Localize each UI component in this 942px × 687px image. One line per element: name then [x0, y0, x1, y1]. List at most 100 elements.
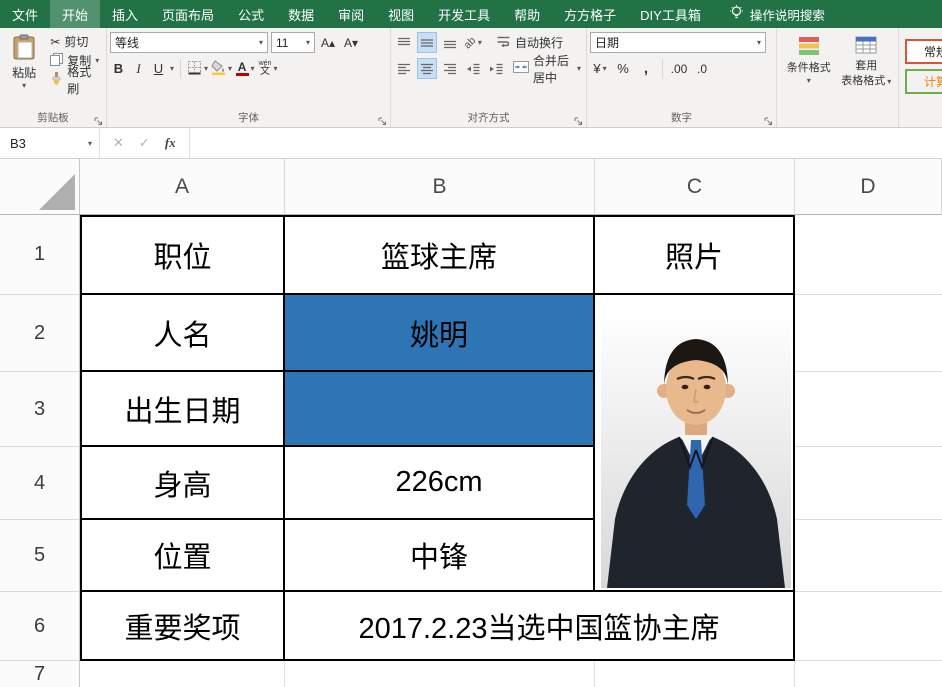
formula-input[interactable]	[189, 128, 942, 158]
cell-a5[interactable]: 位置	[80, 520, 285, 592]
enter-icon[interactable]: ✓	[139, 135, 150, 151]
cell-b3[interactable]	[285, 372, 595, 447]
orientation-button[interactable]: ab ▾	[462, 32, 483, 53]
yao-ming-photo[interactable]	[601, 309, 791, 588]
align-top-button[interactable]	[394, 32, 414, 53]
cell-a2[interactable]: 人名	[80, 295, 285, 372]
tab-file[interactable]: 文件	[0, 0, 50, 28]
cell-c7[interactable]	[595, 661, 795, 687]
format-as-table-button[interactable]: 套用 表格格式 ▾	[838, 32, 896, 89]
cell-b1[interactable]: 篮球主席	[285, 215, 595, 295]
align-right-button[interactable]	[440, 58, 460, 79]
cell-d5[interactable]	[795, 520, 942, 592]
bold-button[interactable]: B	[110, 61, 127, 76]
row-header-5[interactable]: 5	[0, 520, 80, 592]
cell-a1[interactable]: 职位	[80, 215, 285, 295]
align-bottom-button[interactable]	[440, 32, 460, 53]
chevron-down-icon: ▾	[204, 63, 209, 73]
cell-d6[interactable]	[795, 592, 942, 661]
chevron-down-icon[interactable]: ▾	[88, 140, 92, 148]
row-header-2[interactable]: 2	[0, 295, 80, 372]
cell-b4[interactable]: 226cm	[285, 447, 595, 520]
tab-insert[interactable]: 插入	[100, 0, 150, 28]
col-header-d[interactable]: D	[795, 159, 942, 215]
align-center-button[interactable]	[417, 58, 437, 79]
row-header-7[interactable]: 7	[0, 661, 80, 687]
tab-developer[interactable]: 开发工具	[426, 0, 502, 28]
decrease-decimal-button[interactable]: .0	[692, 58, 712, 79]
cut-button[interactable]: ✂ 剪切	[48, 32, 103, 51]
cell-style-calculation[interactable]: 计算	[905, 69, 942, 94]
conditional-formatting-button[interactable]: 条件格式 ▾	[780, 32, 838, 89]
increase-font-button[interactable]: A▴	[318, 32, 338, 53]
decrease-indent-button[interactable]	[463, 58, 483, 79]
cell-a3[interactable]: 出生日期	[80, 372, 285, 447]
col-header-c[interactable]: C	[595, 159, 795, 215]
tab-formulas[interactable]: 公式	[226, 0, 276, 28]
cell-d2[interactable]	[795, 295, 942, 372]
number-row-1: 日期 ▾	[590, 32, 773, 53]
tell-me-search[interactable]: 操作说明搜索	[729, 0, 825, 28]
dialog-launcher-icon[interactable]	[764, 114, 774, 125]
col-header-a[interactable]: A	[80, 159, 285, 215]
row-header-1[interactable]: 1	[0, 215, 80, 295]
borders-button[interactable]: ▾	[187, 58, 208, 79]
tab-ffcell[interactable]: 方方格子	[552, 0, 628, 28]
font-color-button[interactable]: A ▾	[235, 58, 255, 79]
row-header-4[interactable]: 4	[0, 447, 80, 520]
chevron-down-icon[interactable]: ▾	[170, 64, 174, 73]
cell-d7[interactable]	[795, 661, 942, 687]
cell-b7[interactable]	[285, 661, 595, 687]
align-left-button[interactable]	[394, 58, 414, 79]
tab-view[interactable]: 视图	[376, 0, 426, 28]
cell-c1[interactable]: 照片	[595, 215, 795, 295]
clipboard-buttons: 粘贴 ▾ ✂ 剪切 复制 ▾ 格式刷	[3, 32, 103, 96]
font-size-select[interactable]: 11 ▾	[271, 32, 315, 53]
tab-help[interactable]: 帮助	[502, 0, 552, 28]
cell-a6[interactable]: 重要奖项	[80, 592, 285, 661]
cancel-icon[interactable]: ✕	[113, 135, 124, 151]
number-format-value: 日期	[595, 36, 620, 50]
insert-function-icon[interactable]: fx	[165, 135, 176, 151]
increase-indent-button[interactable]	[486, 58, 506, 79]
cell-d1[interactable]	[795, 215, 942, 295]
tab-data[interactable]: 数据	[276, 0, 326, 28]
row-header-3[interactable]: 3	[0, 372, 80, 447]
decrease-font-button[interactable]: A▾	[341, 32, 361, 53]
tab-page-layout[interactable]: 页面布局	[150, 0, 226, 28]
tab-home[interactable]: 开始	[50, 0, 101, 28]
cell-a7[interactable]	[80, 661, 285, 687]
format-painter-button[interactable]: 格式刷	[48, 65, 103, 96]
cell-a4[interactable]: 身高	[80, 447, 285, 520]
italic-button[interactable]: I	[130, 61, 147, 77]
col-header-b[interactable]: B	[285, 159, 595, 215]
phonetic-icon: wén 文	[258, 60, 272, 77]
dialog-launcher-icon[interactable]	[574, 114, 584, 125]
cell-d4[interactable]	[795, 447, 942, 520]
comma-style-button[interactable]: ,	[636, 58, 656, 79]
wrap-text-button[interactable]: 自动换行	[494, 33, 565, 52]
row-header-6[interactable]: 6	[0, 592, 80, 661]
dialog-launcher-icon[interactable]	[378, 114, 388, 125]
cell-d3[interactable]	[795, 372, 942, 447]
paste-button[interactable]: 粘贴 ▾	[3, 32, 45, 90]
name-box[interactable]: B3 ▾	[0, 128, 100, 158]
tab-diy-toolbox[interactable]: DIY工具箱	[628, 0, 713, 28]
phonetic-guide-button[interactable]: wén 文 ▾	[258, 58, 278, 79]
accounting-format-button[interactable]: ¥ ▾	[590, 58, 610, 79]
merge-center-button[interactable]: 合并后居中 ▾	[511, 54, 583, 85]
align-middle-button[interactable]	[417, 32, 437, 53]
fill-color-button[interactable]: ▾	[211, 58, 232, 79]
dialog-launcher-icon[interactable]	[94, 114, 104, 125]
underline-button[interactable]: U	[150, 61, 167, 76]
cell-style-normal[interactable]: 常规	[905, 39, 942, 64]
font-name-select[interactable]: 等线 ▾	[110, 32, 268, 53]
cell-b6-merged[interactable]: 2017.2.23当选中国篮协主席	[285, 592, 795, 661]
cell-b5[interactable]: 中锋	[285, 520, 595, 592]
tab-review[interactable]: 审阅	[326, 0, 376, 28]
cell-b2[interactable]: 姚明	[285, 295, 595, 372]
select-all-button[interactable]	[0, 159, 80, 215]
percent-style-button[interactable]: %	[613, 58, 633, 79]
number-format-select[interactable]: 日期 ▾	[590, 32, 766, 53]
increase-decimal-button[interactable]: .00	[669, 58, 689, 79]
